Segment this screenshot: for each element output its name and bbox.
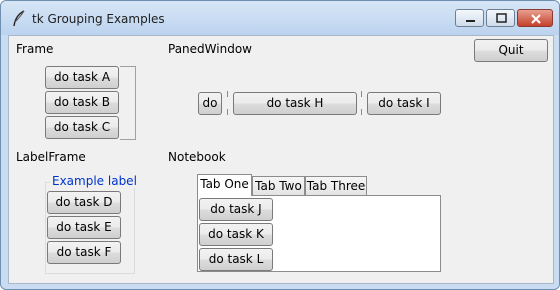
task-h-button[interactable]: do task H: [233, 92, 357, 115]
app-window: tk Grouping Examples Frame do task A do …: [0, 0, 560, 290]
quit-button[interactable]: Quit: [474, 39, 548, 62]
task-f-button[interactable]: do task F: [47, 241, 121, 264]
client-area: Frame do task A do task B do task C Pane…: [8, 35, 554, 284]
panedwindow-label: PanedWindow: [168, 42, 252, 56]
minimize-icon: [466, 20, 475, 22]
close-icon: [531, 14, 541, 24]
task-k-button[interactable]: do task K: [199, 223, 273, 246]
tab-two[interactable]: Tab Two: [252, 176, 305, 196]
task-l-button[interactable]: do task L: [199, 248, 273, 271]
task-d-button[interactable]: do task D: [47, 191, 121, 214]
tab-three[interactable]: Tab Three: [305, 176, 367, 196]
minimize-button[interactable]: [455, 9, 484, 27]
title-bar[interactable]: tk Grouping Examples: [1, 1, 559, 35]
pane-do-button[interactable]: do: [198, 92, 222, 115]
task-i-button[interactable]: do task I: [367, 92, 441, 115]
task-a-button[interactable]: do task A: [45, 66, 119, 89]
frame-border-bottom: [120, 139, 136, 140]
task-j-button[interactable]: do task J: [199, 198, 273, 221]
maximize-icon: [496, 13, 507, 23]
feather-icon: [13, 10, 25, 27]
maximize-button[interactable]: [486, 9, 515, 27]
frame-border-top: [120, 66, 135, 67]
tab-one[interactable]: Tab One: [197, 174, 252, 196]
task-b-button[interactable]: do task B: [45, 91, 119, 114]
close-button[interactable]: [517, 9, 553, 27]
task-e-button[interactable]: do task E: [47, 216, 121, 239]
pane-sash-2[interactable]: [360, 91, 364, 115]
pane-sash-1[interactable]: [226, 91, 230, 115]
notebook-label: Notebook: [168, 150, 226, 164]
labelframe-label: LabelFrame: [16, 150, 86, 164]
frame-label: Frame: [16, 42, 54, 56]
task-c-button[interactable]: do task C: [45, 116, 119, 139]
window-title: tk Grouping Examples: [32, 12, 165, 26]
labelframe-caption: Example label: [50, 174, 139, 188]
frame-border-right: [135, 66, 136, 139]
